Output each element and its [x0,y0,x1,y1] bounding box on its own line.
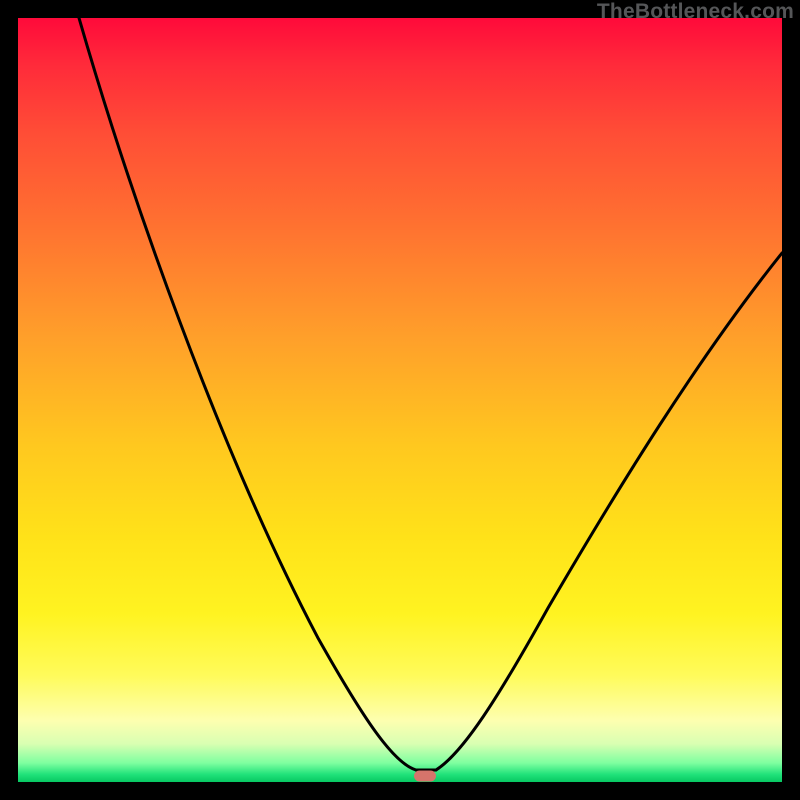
chart-frame [18,18,782,782]
bottleneck-curve [18,18,782,782]
watermark-text: TheBottleneck.com [597,0,794,24]
plot-area [18,18,782,782]
optimal-point-marker [414,770,436,781]
